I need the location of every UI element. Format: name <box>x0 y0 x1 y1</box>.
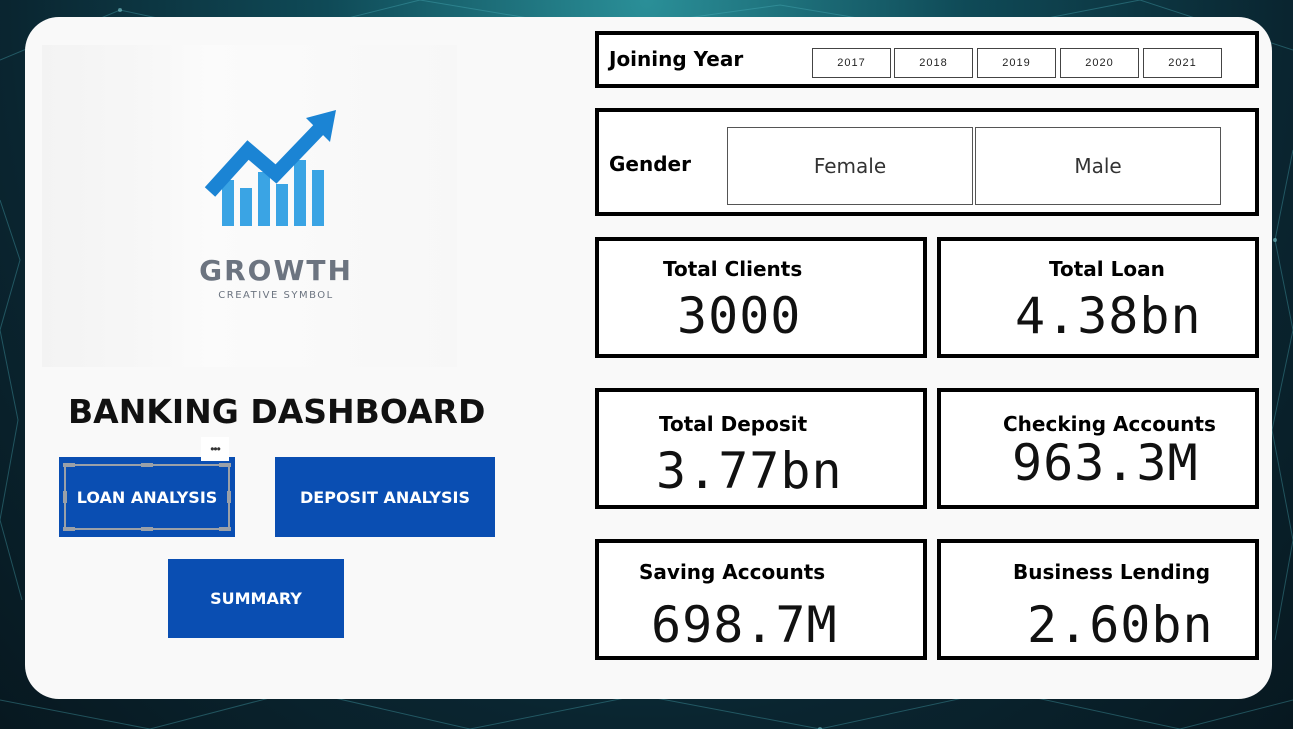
gender-slicer: Gender Female Male <box>595 108 1259 216</box>
kpi-value: 698.7M <box>651 596 838 654</box>
kpi-card-total-deposit: Total Deposit 3.77bn <box>595 388 927 509</box>
kpi-value: 4.38bn <box>1015 287 1202 345</box>
gender-option-female[interactable]: Female <box>727 127 973 205</box>
kpi-value: 2.60bn <box>1027 596 1214 654</box>
kpi-label: Checking Accounts <box>1003 412 1216 436</box>
kpi-value: 3000 <box>677 287 802 345</box>
logo-tagline: CREATIVE SYMBOL <box>218 290 334 301</box>
more-options-button[interactable]: ••• <box>201 437 229 461</box>
summary-button[interactable]: SUMMARY <box>168 559 344 638</box>
year-option-2019[interactable]: 2019 <box>977 48 1056 78</box>
year-option-2020[interactable]: 2020 <box>1060 48 1139 78</box>
year-option-2018[interactable]: 2018 <box>894 48 973 78</box>
gender-option-male[interactable]: Male <box>975 127 1221 205</box>
year-option-2021[interactable]: 2021 <box>1143 48 1222 78</box>
joining-year-slicer: Joining Year 2017 2018 2019 2020 2021 <box>595 31 1259 88</box>
kpi-card-total-loan: Total Loan 4.38bn <box>937 237 1259 358</box>
logo-wordmark: GROWTH <box>199 254 353 287</box>
kpi-card-total-clients: Total Clients 3000 <box>595 237 927 358</box>
growth-arrow-icon <box>204 110 336 226</box>
kpi-card-saving-accounts: Saving Accounts 698.7M <box>595 539 927 660</box>
gender-label: Gender <box>609 152 691 176</box>
kpi-label: Total Deposit <box>659 412 808 436</box>
deposit-analysis-button[interactable]: DEPOSIT ANALYSIS <box>275 457 495 537</box>
page-title: BANKING DASHBOARD <box>68 392 486 431</box>
kpi-label: Saving Accounts <box>639 560 826 584</box>
kpi-label: Total Loan <box>1049 257 1165 281</box>
year-option-2017[interactable]: 2017 <box>812 48 891 78</box>
loan-analysis-button[interactable]: LOAN ANALYSIS <box>59 457 235 537</box>
kpi-label: Business Lending <box>1013 560 1211 584</box>
joining-year-label: Joining Year <box>609 47 744 71</box>
kpi-value: 963.3M <box>1012 434 1199 492</box>
kpi-value: 3.77bn <box>656 442 843 500</box>
kpi-label: Total Clients <box>663 257 803 281</box>
kpi-card-checking-accounts: Checking Accounts 963.3M <box>937 388 1259 509</box>
kpi-card-business-lending: Business Lending 2.60bn <box>937 539 1259 660</box>
